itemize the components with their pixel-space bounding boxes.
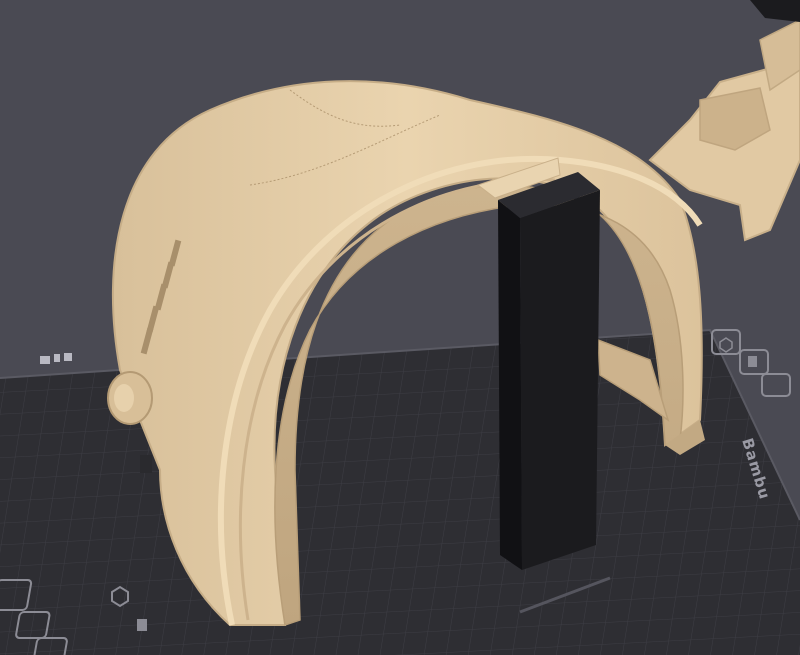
bed-icon-right-texture [761, 373, 791, 397]
ear-disc [107, 371, 153, 425]
bed-corner-marks [40, 353, 72, 364]
3d-viewport[interactable]: Bambu [0, 0, 800, 655]
bed-icon-right-head [739, 349, 769, 375]
